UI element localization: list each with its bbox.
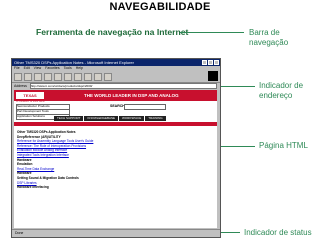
browser-window-title: Other TMS320 DSPs Application Notes - Mi… xyxy=(14,60,134,65)
tab-tech-support[interactable]: TECH SUPPORT xyxy=(54,116,84,121)
callout-pagina-html: Página HTML xyxy=(259,141,308,150)
slide-subtitle: Ferramenta de navegação na Internet xyxy=(36,27,189,37)
stop-button[interactable] xyxy=(34,72,42,81)
maximize-button[interactable] xyxy=(208,60,213,65)
ti-logo[interactable]: TEXAS INSTRUMENTS xyxy=(16,92,45,105)
refresh-button[interactable] xyxy=(44,72,52,81)
callout-indicador-status: Indicador de status xyxy=(244,228,312,237)
tab-training[interactable]: TRAINING xyxy=(145,116,166,121)
callout-indicador-endereco: Indicador de endereço xyxy=(259,81,304,100)
browser-logo-icon xyxy=(208,71,218,81)
search-label: SEARCH xyxy=(110,104,125,108)
browser-screenshot: Other TMS320 DSPs Application Notes - Mi… xyxy=(11,58,221,238)
ti-banner: TEXAS INSTRUMENTS THE WORLD LEADER IN DS… xyxy=(14,90,217,105)
search-button[interactable] xyxy=(64,72,72,81)
browser-title-bar: Other TMS320 DSPs Application Notes - Mi… xyxy=(12,59,220,66)
tab-workspace[interactable]: WORKSPACE xyxy=(118,116,145,121)
status-bar: Done xyxy=(12,229,220,236)
callout-barra-navegacao: Barra de navegação xyxy=(249,28,289,47)
favorites-button[interactable] xyxy=(74,72,82,81)
minimize-button[interactable] xyxy=(202,60,207,65)
site-nav-strip xyxy=(14,122,217,126)
html-page: TEXAS INSTRUMENTS THE WORLD LEADER IN DS… xyxy=(14,90,217,228)
home-button[interactable] xyxy=(54,72,62,81)
content-line: Hardware Interfacing xyxy=(17,185,49,190)
forward-button[interactable] xyxy=(24,72,32,81)
close-button[interactable] xyxy=(214,60,219,65)
print-button[interactable] xyxy=(104,72,112,81)
address-bar: Address http://www.ti.com/sc/docs/produc… xyxy=(12,83,220,89)
tab-knowledgebase[interactable]: KNOWLEDGEBASE xyxy=(84,116,118,121)
slide-title: NAVEGABILIDADE xyxy=(109,1,211,13)
history-button[interactable] xyxy=(84,72,92,81)
pointer-line-barra xyxy=(180,32,244,33)
address-label: Address xyxy=(14,84,27,88)
site-tabs: TECH SUPPORT KNOWLEDGEBASE WORKSPACE TRA… xyxy=(14,116,217,121)
back-button[interactable] xyxy=(14,72,22,81)
page-content: Other TMS320 DSPs Application Notes Deep… xyxy=(17,130,214,190)
ti-tagline: THE WORLD LEADER IN DSP AND ANALOG xyxy=(84,93,179,98)
navigation-toolbar xyxy=(12,71,220,83)
mail-button[interactable] xyxy=(94,72,102,81)
search-input[interactable] xyxy=(124,104,166,110)
address-input[interactable]: http://www.ti.com/sc/docs/products/dsp/c… xyxy=(29,83,217,89)
